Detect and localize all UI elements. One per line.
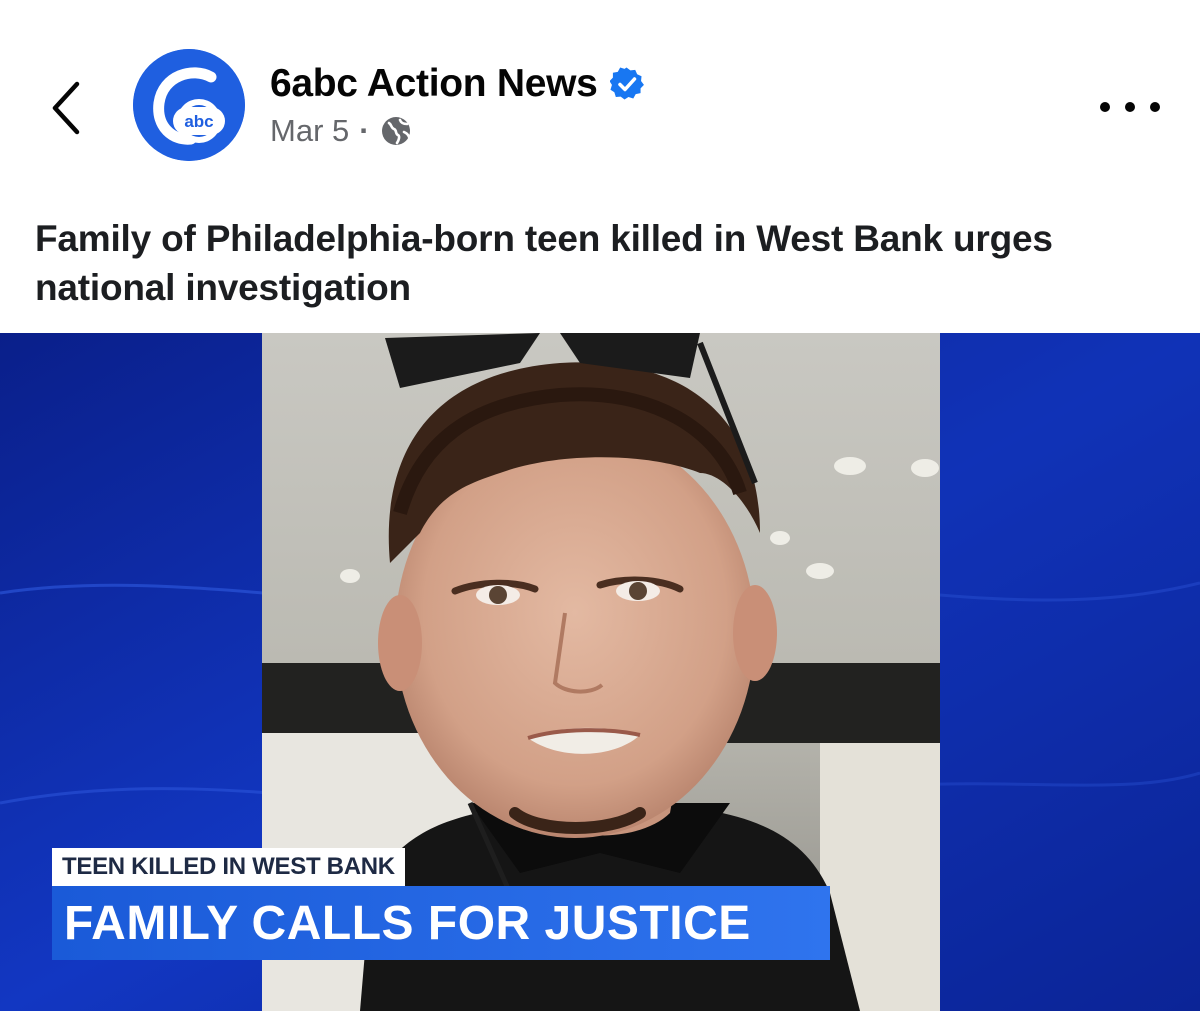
abc-logo-icon: abc xyxy=(133,49,245,161)
lower-third-kicker: TEEN KILLED IN WEST BANK xyxy=(52,848,405,886)
more-options-button[interactable] xyxy=(1100,92,1160,122)
page-avatar[interactable]: abc xyxy=(133,49,245,161)
meta-separator: · xyxy=(359,113,370,148)
more-horizontal-icon xyxy=(1100,102,1110,112)
more-dot xyxy=(1150,102,1160,112)
verified-badge-icon xyxy=(609,67,644,100)
post-meta: Mar 5 · xyxy=(270,113,412,149)
post-media-image[interactable]: TEEN KILLED IN WEST BANK FAMILY CALLS FO… xyxy=(0,333,1200,1011)
post-footer-divider xyxy=(0,1011,1200,1033)
lower-third-headline: FAMILY CALLS FOR JUSTICE xyxy=(52,886,830,960)
post-text: Family of Philadelphia-born teen killed … xyxy=(35,218,1053,308)
page-name[interactable]: 6abc Action News xyxy=(270,62,598,106)
chevron-left-icon xyxy=(52,81,80,135)
globe-icon xyxy=(381,117,410,145)
post-header: abc 6abc Action News Mar 5 · xyxy=(0,0,1200,180)
back-button[interactable] xyxy=(44,78,88,138)
post-date[interactable]: Mar 5 xyxy=(270,113,349,149)
page-name-row: 6abc Action News xyxy=(270,62,644,106)
avatar-logo-text: abc xyxy=(184,112,213,131)
more-dot xyxy=(1125,102,1135,112)
